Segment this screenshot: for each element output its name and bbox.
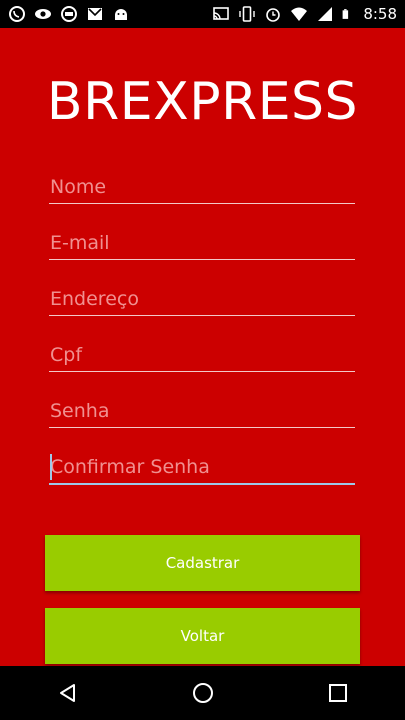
recents-icon xyxy=(328,684,347,702)
system-icons: 8:58 xyxy=(212,5,397,23)
cadastrar-button[interactable]: Cadastrar xyxy=(45,535,360,591)
battery-icon xyxy=(342,9,349,19)
navigation-bar xyxy=(0,666,405,720)
status-time: 8:58 xyxy=(363,5,397,23)
signal-icon xyxy=(318,7,333,21)
whatsapp-icon xyxy=(9,6,25,22)
nome-field[interactable] xyxy=(49,170,355,204)
home-icon xyxy=(192,683,213,703)
endereco-field[interactable] xyxy=(49,282,355,316)
confirmar-senha-field[interactable] xyxy=(49,451,355,485)
home-button[interactable] xyxy=(179,669,227,717)
chat-icon xyxy=(61,6,77,22)
alarm-icon xyxy=(266,8,281,22)
vibrate-icon xyxy=(239,6,256,22)
eye-icon xyxy=(35,9,51,19)
voltar-button[interactable]: Voltar xyxy=(45,608,360,664)
status-bar: 8:58 xyxy=(0,0,405,28)
back-icon xyxy=(59,684,75,702)
app-title: BREXPRESS xyxy=(46,72,359,132)
notification-icons xyxy=(8,5,130,23)
cpf-field[interactable] xyxy=(49,338,355,372)
recents-button[interactable] xyxy=(314,669,362,717)
senha-field[interactable] xyxy=(49,394,355,428)
cast-icon xyxy=(213,7,230,20)
back-button[interactable] xyxy=(44,669,92,717)
email-field[interactable] xyxy=(49,226,355,260)
android-icon xyxy=(115,9,127,20)
gmail-icon xyxy=(88,8,102,20)
wifi-icon xyxy=(291,7,308,21)
text-cursor xyxy=(50,454,52,480)
register-screen: BREXPRESS Cadastrar Voltar xyxy=(0,28,405,666)
